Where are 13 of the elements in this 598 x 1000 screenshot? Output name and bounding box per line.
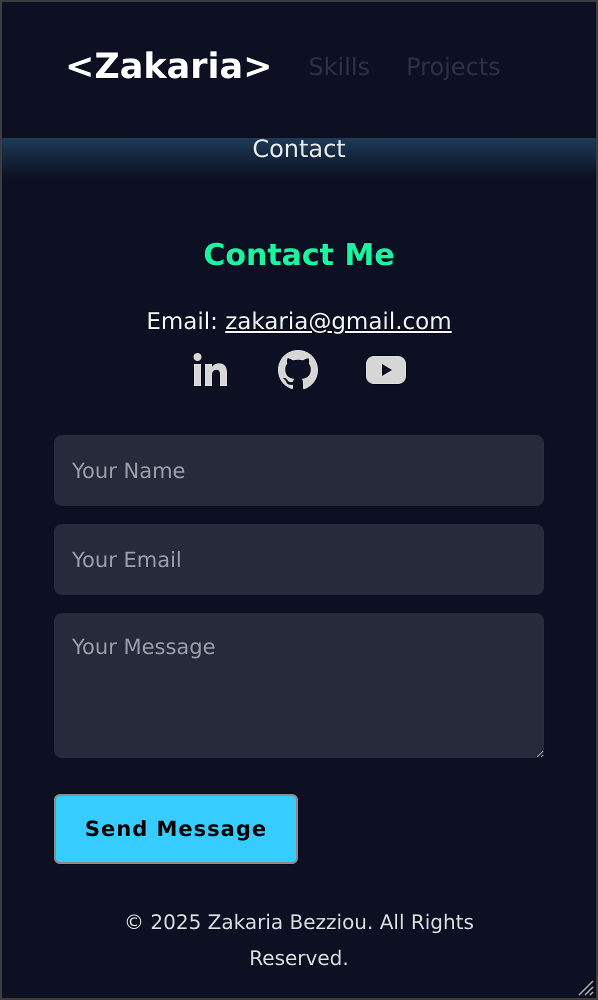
github-icon[interactable]: [278, 350, 318, 390]
linkedin-icon[interactable]: [192, 352, 230, 388]
nav-link[interactable]: Contact: [252, 135, 346, 163]
message-field[interactable]: Your Message: [54, 613, 544, 758]
section-title: Contact Me: [203, 238, 395, 273]
send-button[interactable]: Send Message: [54, 794, 298, 864]
input-field[interactable]: Your Name: [54, 435, 544, 506]
input-field[interactable]: Your Email: [54, 524, 544, 595]
email-line: Email: zakaria@gmail.com: [146, 309, 452, 335]
site-logo[interactable]: <Zakaria>: [65, 47, 272, 87]
copyright-text: © 2025 Zakaria Bezziou. All Rights Reserved.: [123, 909, 475, 972]
video-play-icon[interactable]: [366, 355, 406, 385]
email-link[interactable]: zakaria@gmail.com: [225, 309, 452, 335]
